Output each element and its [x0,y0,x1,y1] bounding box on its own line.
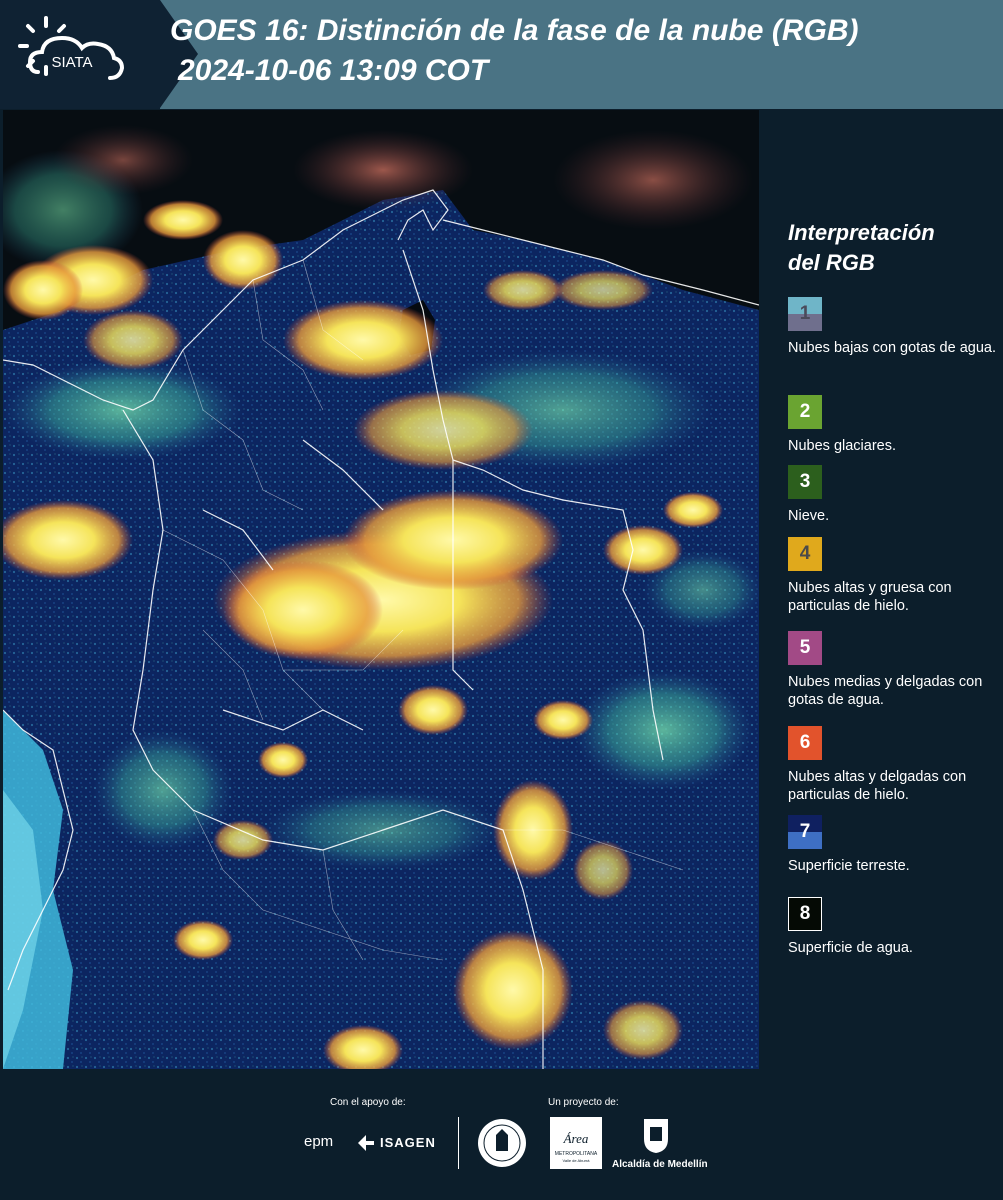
legend-swatch: 6 [788,726,822,760]
legend-title-line2: del RGB [788,250,875,275]
legend-label: Nubes altas y gruesa con particulas de h… [788,580,952,614]
alcaldia-shield-icon [644,1119,668,1153]
legend-number: 4 [799,543,811,564]
legend-item-8: 8 Superficie de agua. [788,897,998,957]
legend-swatch: 8 [788,897,822,931]
legend-label: Nubes bajas con gotas de agua. [788,340,996,356]
legend-number: 8 [799,903,811,924]
timestamp: 2024-10-06 13:09 COT [178,54,489,87]
legend-panel: Interpretación del RGB 1 Nubes bajas con … [760,110,1003,1069]
legend-title: Interpretación del RGB [788,218,988,278]
epm-logo: epm [304,1133,334,1150]
legend-number: 2 [799,401,811,422]
legend-swatch: 5 [788,631,822,665]
legend-title-line1: Interpretación [788,220,935,245]
legend-item-6: 6 Nubes altas y delgadas con particulas d… [788,726,998,804]
support-label: Con el apoyo de: [330,1097,406,1108]
alcaldia-label: Alcaldía de Medellín [612,1159,708,1170]
svg-text:SIATA: SIATA [51,54,92,71]
legend-label: Nubes altas y delgadas con particulas de… [788,769,967,803]
legend-swatch: 4 [788,537,822,571]
isagen-logo: ISAGEN [380,1135,436,1150]
footer: Con el apoyo de: Un proyecto de: epm ISA… [0,1069,1003,1200]
legend-swatch: 3 [788,465,822,499]
legend-number: 1 [799,303,811,324]
legend-swatch: 2 [788,395,822,429]
legend-label: Nieve. [788,508,830,524]
legend-label: Nubes glaciares. [788,438,896,454]
university-seal-icon [478,1119,526,1167]
header: SIATA GOES 16: Distinción de la fase de … [0,0,1003,109]
svg-text:Área: Área [563,1131,589,1146]
legend-number: 3 [799,471,811,492]
legend-label: Superficie terreste. [788,858,910,874]
legend-item-5: 5 Nubes medias y delgadas con gotas de ag… [788,631,998,709]
legend-label: Superficie de agua. [788,940,913,956]
satellite-map [3,110,759,1069]
legend-item-4: 4 Nubes altas y gruesa con particulas de … [788,537,998,615]
rgb-composite-image [3,110,759,1069]
legend-swatch: 7 [788,815,822,849]
legend-item-1: 1 Nubes bajas con gotas de agua. [788,297,998,357]
legend-swatch: 1 [788,297,822,331]
legend-number: 7 [799,821,811,842]
legend-label: Nubes medias y delgadas con gotas de agu… [788,674,983,708]
page-title: GOES 16: Distinción de la fase de la nub… [170,14,859,47]
legend-number: 6 [799,732,811,753]
footer-divider [458,1117,459,1169]
svg-text:Valle de Aburrá: Valle de Aburrá [562,1158,590,1163]
legend-number: 5 [799,637,811,658]
area-metropolitana-logo: Área METROPOLITANA Valle de Aburrá [550,1117,602,1169]
legend-item-3: 3 Nieve. [788,465,998,525]
project-label: Un proyecto de: [548,1097,619,1108]
svg-text:METROPOLITANA: METROPOLITANA [555,1151,598,1157]
legend-item-2: 2 Nubes glaciares. [788,395,998,455]
legend-item-7: 7 Superficie terreste. [788,815,998,875]
isagen-icon [358,1135,374,1151]
siata-logo: SIATA [18,16,125,80]
